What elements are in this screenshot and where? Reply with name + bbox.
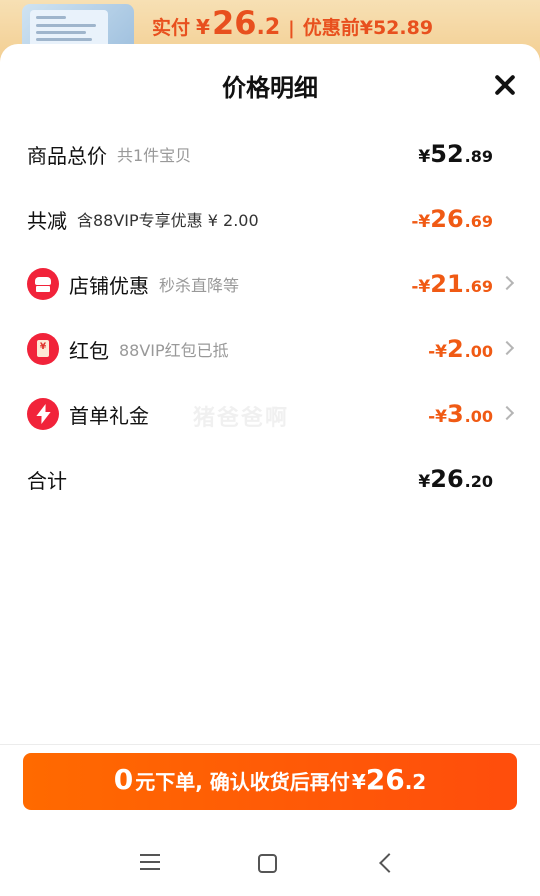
- amount-int: 26: [430, 205, 464, 233]
- amount-int: 21: [430, 270, 464, 298]
- amount-int: 26: [430, 465, 464, 493]
- total-discount-label: 共减: [27, 208, 67, 233]
- amount-dec: .20: [464, 472, 493, 491]
- goods-total-label: 商品总价: [27, 143, 107, 168]
- grand-total-row: 合计 ¥ 26 .20: [0, 459, 540, 499]
- home-icon[interactable]: [258, 854, 277, 873]
- menu-icon[interactable]: [140, 854, 160, 870]
- first-order-gift-amount: -¥ 3 .00: [428, 394, 493, 434]
- price-detail-sheet: 价格明细 商品总价 共1件宝贝 ¥ 52 .89 共减 含88VIP专享优惠 ¥…: [0, 44, 540, 896]
- red-packet-label: 红包: [69, 338, 109, 363]
- amount-int: 52: [430, 140, 464, 168]
- paid-separator: |: [288, 18, 295, 39]
- total-discount-amount: -¥ 26 .69: [411, 199, 493, 239]
- total-discount-row: 共减 含88VIP专享优惠 ¥ 2.00 -¥ 26 .69: [0, 199, 540, 239]
- watermark: 猪爸爸啊: [193, 406, 290, 431]
- shop-icon: [27, 268, 59, 300]
- store-discount-amount: -¥ 21 .69: [411, 264, 493, 304]
- cta-zero: 0: [113, 763, 134, 796]
- amount-dec: .00: [464, 407, 493, 426]
- back-icon[interactable]: [379, 853, 399, 873]
- total-discount-sub: 含88VIP专享优惠 ¥ 2.00: [77, 211, 259, 230]
- cta-amount-dec: .2: [404, 770, 427, 794]
- amount-dec: .00: [464, 342, 493, 361]
- amount-dec: .69: [464, 277, 493, 296]
- store-discount-row[interactable]: 店铺优惠 秒杀直降等 -¥ 21 .69: [0, 264, 540, 304]
- red-packet-row[interactable]: 红包 88VIP红包已抵 -¥ 2 .00: [0, 329, 540, 369]
- chevron-right-icon[interactable]: [499, 275, 515, 291]
- currency-prefix: -¥: [411, 277, 431, 297]
- cta-text: 元下单, 确认收货后再付: [135, 770, 350, 794]
- store-discount-sub: 秒杀直降等: [159, 276, 240, 295]
- lightning-icon: [27, 398, 59, 430]
- paid-currency: ¥: [196, 15, 210, 39]
- currency-prefix: ¥: [418, 147, 431, 167]
- grand-total-label: 合计: [27, 468, 67, 493]
- paid-amount-dec: .2: [256, 15, 281, 40]
- original-price: 优惠前¥52.89: [302, 17, 434, 39]
- cta-currency: ¥: [351, 770, 366, 794]
- goods-total-row: 商品总价 共1件宝贝 ¥ 52 .89: [0, 134, 540, 174]
- red-packet-amount: -¥ 2 .00: [428, 329, 493, 369]
- store-discount-label: 店铺优惠: [69, 273, 149, 298]
- amount-int: 3: [446, 400, 464, 428]
- cta-amount-int: 26: [365, 763, 405, 796]
- footer-divider: [0, 744, 540, 745]
- paid-amount-int: 26: [211, 4, 257, 42]
- chevron-right-icon[interactable]: [499, 405, 515, 421]
- paid-label: 实付: [152, 17, 191, 39]
- red-packet-icon: [27, 333, 59, 365]
- chevron-right-icon[interactable]: [499, 340, 515, 356]
- currency-prefix: -¥: [411, 212, 431, 232]
- amount-int: 2: [446, 335, 464, 363]
- currency-prefix: ¥: [418, 472, 431, 492]
- amount-dec: .69: [464, 212, 493, 231]
- system-nav-bar: [0, 840, 540, 896]
- amount-dec: .89: [464, 147, 493, 166]
- close-icon[interactable]: [492, 72, 518, 98]
- goods-total-amount: ¥ 52 .89: [418, 134, 493, 174]
- place-order-button[interactable]: 0 元下单, 确认收货后再付 ¥ 26 .2: [23, 753, 517, 810]
- currency-prefix: -¥: [428, 407, 447, 427]
- grand-total-amount: ¥ 26 .20: [418, 459, 493, 499]
- goods-total-sub: 共1件宝贝: [117, 146, 192, 165]
- sheet-title: 价格明细: [222, 74, 318, 102]
- paid-summary: 实付 ¥ 26 .2 | 优惠前¥52.89: [152, 4, 433, 44]
- currency-prefix: -¥: [428, 342, 447, 362]
- red-packet-sub: 88VIP红包已抵: [119, 341, 229, 360]
- first-order-gift-label: 首单礼金: [69, 403, 149, 428]
